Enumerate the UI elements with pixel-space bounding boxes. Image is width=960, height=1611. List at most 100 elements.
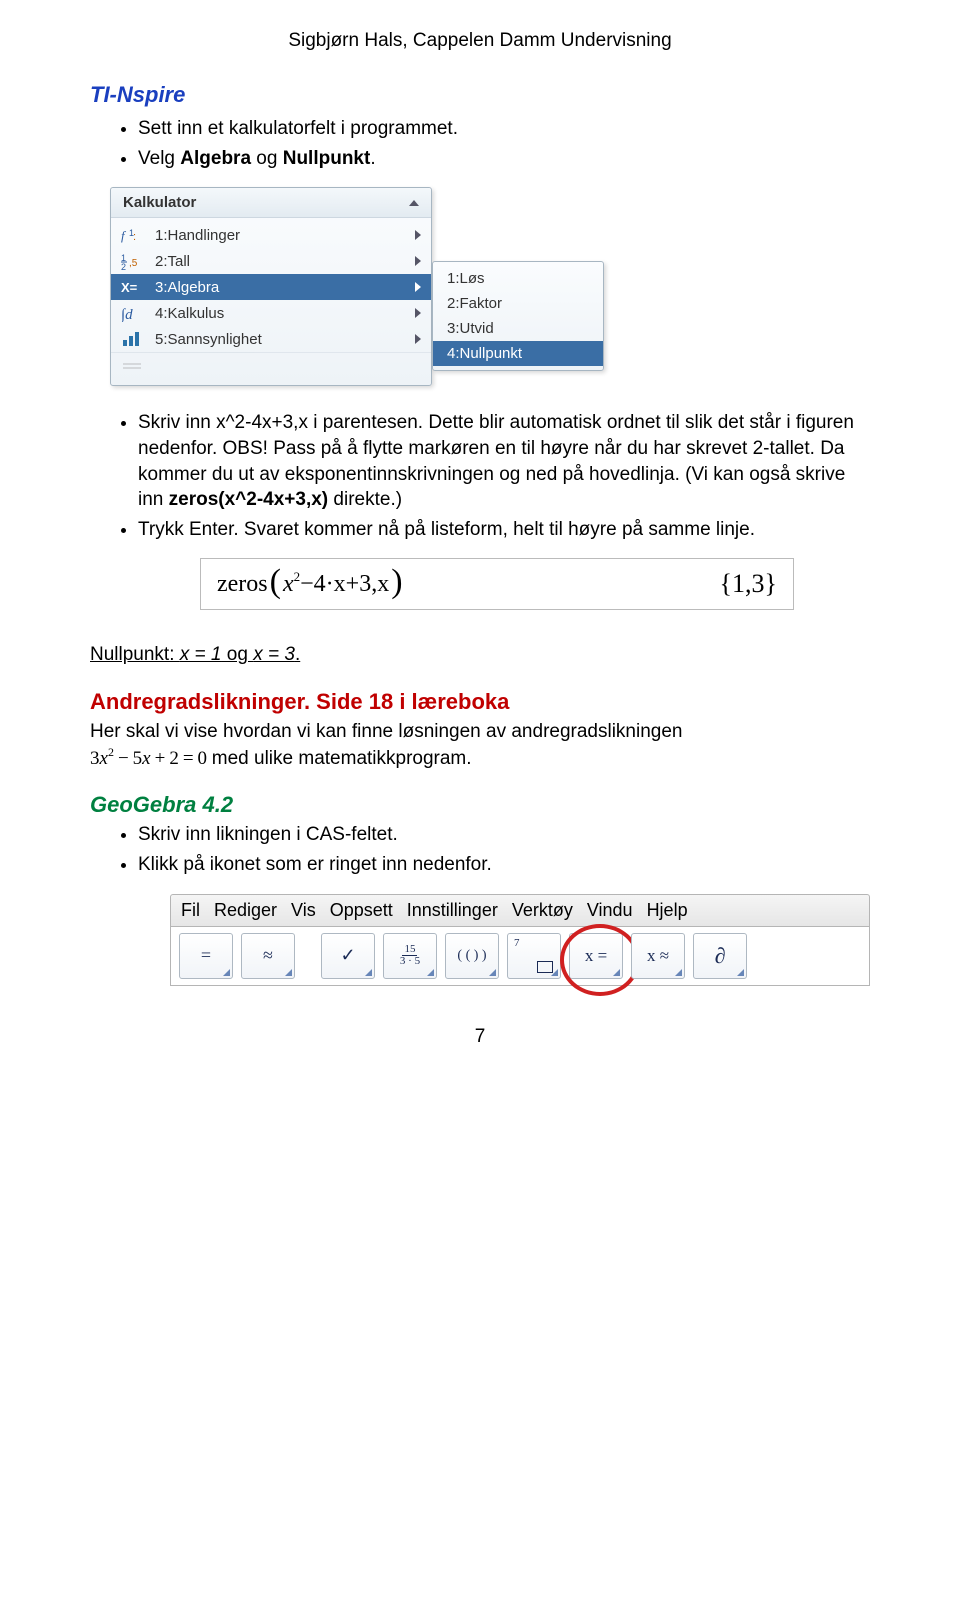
frac-den: 3 · 5 [398,956,422,967]
gg-btn-solve[interactable]: x = [569,933,623,979]
menu-item-kalkulus[interactable]: ∫d 4:Kalkulus [111,300,431,326]
menu-item-handlinger[interactable]: f1: 1:Handlinger [111,222,431,248]
menu-item-sannsynlighet[interactable]: 5:Sannsynlighet [111,326,431,352]
bullet-item: Skriv inn x^2-4x+3,x i parentesen. Dette… [138,410,870,513]
gg-btn-equals[interactable]: = [179,933,233,979]
gg-btn-factor[interactable]: 15 3 · 5 [383,933,437,979]
text-bold: zeros(x^2-4x+3,x) [169,489,329,510]
text: Her skal vi vise hvordan vi kan finne lø… [90,721,683,742]
eq-coef: 5 [133,748,143,769]
equation: 3x2−5x+2=0 [90,748,212,769]
gg-btn-check[interactable]: ✓ [321,933,375,979]
submenu-label: 1:Løs [447,270,485,287]
author-line: Sigbjørn Hals, Cappelen Damm Undervisnin… [90,30,870,52]
eq-op: + [151,748,170,769]
eq: x = 1 [180,644,222,665]
menu-item-label: 4:Kalkulus [155,305,224,322]
brace-close-icon: } [765,569,777,598]
paren-open-icon: ( [270,565,281,599]
equals-icon: = [201,945,211,966]
arrow-right-icon [415,308,421,318]
x-equals-icon: x = [585,946,607,966]
brace-open-icon: { [720,569,732,598]
text: Nullpunkt: [90,644,180,665]
submenu-item-los[interactable]: 1:Løs [433,266,603,291]
eq-x: x [100,748,108,769]
gg-menu-rediger[interactable]: Rediger [214,900,277,921]
gg-btn-derivative[interactable]: ∂ [693,933,747,979]
menu-panel-title: Kalkulator [111,188,431,218]
gg-btn-approx[interactable]: ≈ [241,933,295,979]
text: med ulike matematikkprogram. [212,748,472,769]
gg-menu-hjelp[interactable]: Hjelp [647,900,688,921]
text-bold: Nullpunkt [283,148,371,169]
section-title-ti-nspire: TI-Nspire [90,82,870,108]
geogebra-bullet-list: Skriv inn likningen i CAS-feltet. Klikk … [90,822,870,877]
gg-menu-fil[interactable]: Fil [181,900,200,921]
text: direkte.) [328,489,402,510]
approx-icon: ≈ [263,945,273,966]
svg-text:f: f [121,228,127,243]
more-icon [119,359,147,377]
zeros-result-values: 1,3 [732,569,765,598]
arrow-right-icon [415,256,421,266]
seven-icon: 7 [514,937,520,949]
eq-op: − [114,748,133,769]
partial-icon: ∂ [715,943,726,969]
menu-item-algebra[interactable]: X= 3:Algebra [111,274,431,300]
zeros-expression: zeros(x2−4·x+3,x) [217,567,403,601]
submenu-label: 3:Utvid [447,320,494,337]
text: Velg [138,148,180,169]
paren-icon: ( ( ) ) [457,948,486,964]
menu-item-label: 2:Tall [155,253,190,270]
dropdown-corner-icon [675,969,682,976]
dropdown-corner-icon [427,969,434,976]
x-equals-icon: X= [119,278,147,296]
zeros-result-box: zeros(x2−4·x+3,x) {1,3} [200,558,794,610]
eq-num: 2 [169,748,179,769]
gg-menu-innstillinger[interactable]: Innstillinger [407,900,498,921]
gg-btn-substitute[interactable]: 7 [507,933,561,979]
zeros-x: x [283,571,294,598]
gg-menu-verktoy[interactable]: Verktøy [512,900,573,921]
menu-item-label: 5:Sannsynlighet [155,331,262,348]
zeros-sup: 2 [294,569,301,585]
submenu-item-nullpunkt[interactable]: 4:Nullpunkt [433,341,603,366]
gg-menu-vis[interactable]: Vis [291,900,316,921]
section-title-andregradslikninger: Andregradslikninger. Side 18 i læreboka [90,689,870,715]
submenu-item-faktor[interactable]: 2:Faktor [433,291,603,316]
svg-text:2: 2 [121,262,126,270]
svg-text:,5: ,5 [129,258,138,269]
dropdown-corner-icon [489,969,496,976]
gg-btn-nsolve[interactable]: x ≈ [631,933,685,979]
dropdown-corner-icon [551,969,558,976]
x-approx-icon: x ≈ [647,946,669,966]
section-title-geogebra: GeoGebra 4.2 [90,792,870,818]
submenu-item-utvid[interactable]: 3:Utvid [433,316,603,341]
gg-btn-paren[interactable]: ( ( ) ) [445,933,499,979]
gg-menu-vindu[interactable]: Vindu [587,900,633,921]
text: . [370,148,375,169]
menu-item-tall[interactable]: 12,5 2:Tall [111,248,431,274]
paren-close-icon: ) [391,565,402,599]
kalkulator-menu-screenshot: Kalkulator f1: 1:Handlinger 12,5 2:Tall [110,187,870,386]
dropdown-corner-icon [737,969,744,976]
eq-sup: 2 [108,745,114,759]
zeros-result: {1,3} [720,569,777,599]
fx-icon: f1: [119,226,147,244]
eq-num: 0 [198,748,208,769]
eq-op: = [179,748,198,769]
submenu-label: 2:Faktor [447,295,502,312]
arrow-right-icon [415,282,421,292]
menu-title-text: Kalkulator [123,194,196,211]
dropdown-corner-icon [365,969,372,976]
submenu-label: 4:Nullpunkt [447,345,522,362]
gg-menu-oppsett[interactable]: Oppsett [330,900,393,921]
text: og [222,644,254,665]
fraction-icon: 12,5 [119,252,147,270]
svg-text::: : [133,231,136,243]
integral-icon: ∫d [119,304,147,322]
andregrad-paragraph: Her skal vi vise hvordan vi kan finne lø… [90,719,870,772]
geogebra-toolbar: = ≈ ✓ 15 3 · 5 ( ( ) ) 7 x = [170,927,870,986]
dropdown-corner-icon [613,969,620,976]
